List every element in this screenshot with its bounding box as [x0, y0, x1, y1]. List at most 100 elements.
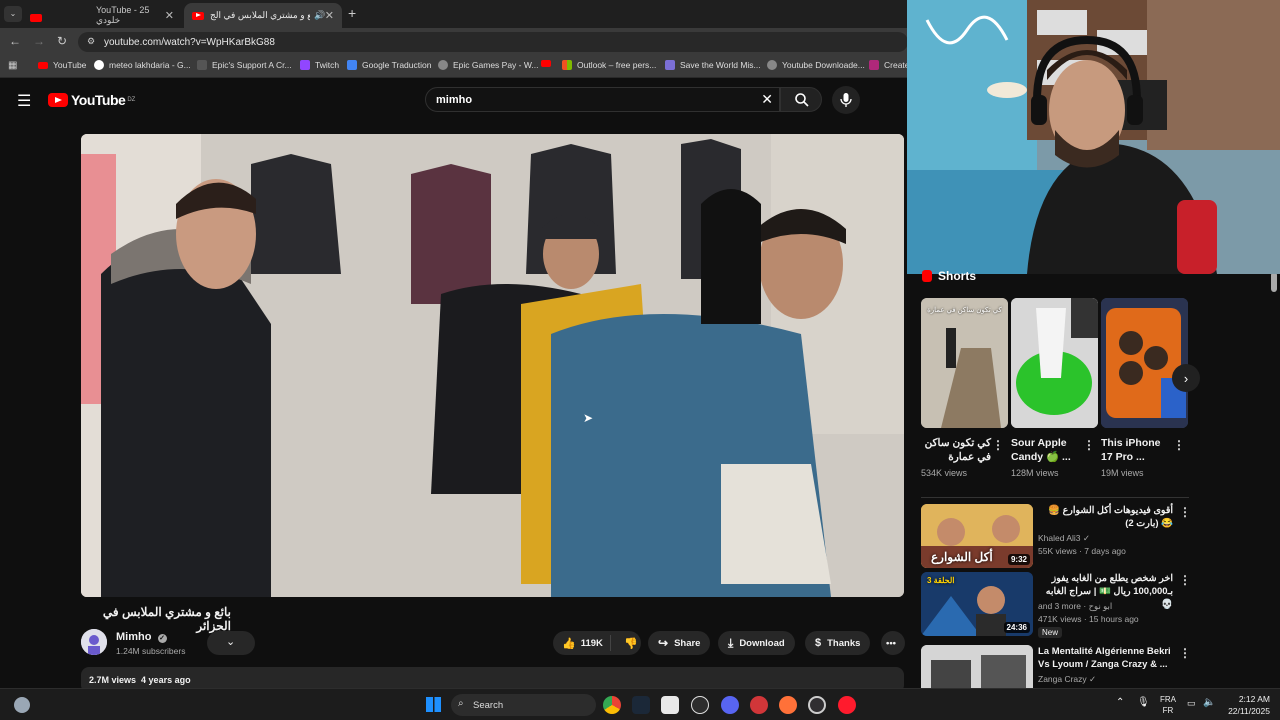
reload-icon[interactable]: ↻: [57, 34, 67, 48]
language-indicator[interactable]: FRA FR: [1158, 694, 1178, 716]
youtube-icon: [38, 61, 48, 69]
opera-icon[interactable]: [838, 696, 856, 714]
firefox-icon[interactable]: [779, 696, 797, 714]
network-icon[interactable]: ▭: [1187, 698, 1196, 709]
scrollbar[interactable]: [1271, 272, 1277, 292]
obs-icon[interactable]: [808, 696, 826, 714]
short-more-icon[interactable]: ⋮: [1173, 438, 1185, 452]
bookmark-save-the-world[interactable]: Save the World Mis...: [665, 60, 761, 70]
shorts-next-button[interactable]: ›: [1172, 364, 1200, 392]
short-thumbnail: [1101, 298, 1188, 428]
close-icon[interactable]: ✕: [325, 9, 334, 22]
short-more-icon[interactable]: ⋮: [992, 438, 1004, 452]
tab-list-chevron-icon[interactable]: ⌄: [4, 6, 22, 22]
search-input[interactable]: mimho ✕: [425, 87, 780, 112]
search-button[interactable]: [780, 87, 822, 112]
subscription-dropdown-button[interactable]: ⌄: [207, 631, 255, 655]
microphone-icon[interactable]: 🎙: [1137, 697, 1150, 708]
thumbs-up-icon: 👍: [562, 637, 576, 650]
site-info-icon[interactable]: ⚙: [87, 36, 95, 47]
forward-icon[interactable]: →: [33, 34, 45, 48]
related-channel[interactable]: Zanga Crazy ✓: [1038, 674, 1096, 685]
keyboard-layout: FR: [1162, 706, 1174, 715]
riot-icon[interactable]: [750, 696, 768, 714]
related-thumbnail[interactable]: أكل الشوارع 9:32: [921, 504, 1033, 568]
like-button[interactable]: 👍 119K: [553, 635, 611, 651]
short-title[interactable]: This iPhone 17 Pro ...: [1101, 436, 1171, 464]
volume-icon[interactable]: 🔈: [1203, 697, 1215, 708]
back-icon[interactable]: ←: [9, 34, 21, 48]
related-more-icon[interactable]: ⋮: [1179, 646, 1191, 660]
related-channel[interactable]: and 3 more · ابو نوح: [1038, 601, 1112, 612]
bookmark-twitch[interactable]: Twitch: [300, 60, 339, 70]
bookmark-meteo[interactable]: meteo lakhdaria - G...: [94, 60, 191, 70]
more-actions-button[interactable]: •••: [881, 631, 905, 655]
related-thumbnail-caption: أكل الشوارع: [931, 550, 993, 564]
system-clock[interactable]: 2:12 AM 22/11/2025: [1222, 693, 1270, 717]
short-card-3[interactable]: [1101, 298, 1188, 428]
widgets-icon[interactable]: [14, 697, 30, 713]
chatgpt-icon[interactable]: [691, 696, 709, 714]
share-button[interactable]: ↪ Share: [648, 631, 711, 655]
related-title[interactable]: أقوى فيديوهات أكل الشوارع 🍔😂 (بارت 2): [1038, 504, 1173, 530]
new-tab-button[interactable]: +: [348, 5, 356, 21]
tray-chevron-up-icon[interactable]: ⌃: [1116, 697, 1124, 708]
microphone-icon: [840, 93, 852, 107]
apps-grid-icon[interactable]: ▦: [8, 60, 17, 71]
youtube-logo[interactable]: YouTube DZ: [48, 92, 135, 108]
capcut-icon[interactable]: [661, 696, 679, 714]
bookmark-youtube[interactable]: YouTube: [38, 60, 86, 70]
windows-taskbar: ⌕ Search ⌃ 🎙 FRA FR ▭ 🔈 2:12 AM 22/11/20…: [0, 688, 1280, 720]
related-thumbnail[interactable]: [921, 645, 1033, 688]
url-input[interactable]: ⚙ youtube.com/watch?v=WpHKarBkG88: [78, 32, 908, 52]
related-more-icon[interactable]: ⋮: [1179, 505, 1191, 519]
bookmark-create[interactable]: Create: [869, 60, 910, 70]
download-button[interactable]: ⤓ Download: [718, 631, 795, 655]
bookmark-epic-support[interactable]: Epic's Support A Cr...: [197, 60, 292, 70]
verified-icon: ✓: [1089, 674, 1097, 684]
menu-icon[interactable]: ☰: [17, 91, 31, 111]
short-title[interactable]: كي تكون ساكن في عمارة: [921, 436, 991, 464]
related-title[interactable]: La Mentalité Algérienne Bekri Vs Lyoum /…: [1038, 645, 1173, 671]
share-label: Share: [674, 637, 701, 649]
short-title[interactable]: Sour Apple Candy 🍏 ...: [1011, 436, 1081, 464]
related-channel[interactable]: Khaled Ali3 ✓: [1038, 533, 1090, 544]
pinned-tab-youtube[interactable]: [30, 9, 42, 27]
short-card-2[interactable]: [1011, 298, 1098, 428]
chevron-down-icon: ⌄: [226, 636, 236, 648]
related-more-icon[interactable]: ⋮: [1179, 573, 1191, 587]
youtube-icon: [541, 60, 551, 67]
tab-youtube[interactable]: YouTube - 25 خلودي ✕: [70, 3, 182, 28]
download-icon: ⤓: [728, 635, 734, 650]
epic-icon: [197, 60, 207, 70]
related-thumbnail[interactable]: الحلقة 3 24:36: [921, 572, 1033, 636]
bookmark-outlook-pinned[interactable]: [541, 60, 556, 67]
channel-avatar[interactable]: [81, 629, 107, 655]
related-thumbnail-image: [921, 645, 1033, 688]
clock-time: 2:12 AM: [1238, 694, 1270, 704]
taskbar-search-box[interactable]: ⌕ Search: [451, 694, 596, 716]
video-title: بائع و مشتري الملابس في الجزائر: [102, 605, 231, 633]
discord-icon[interactable]: [721, 696, 739, 714]
youtube-logo-icon: [48, 93, 68, 107]
tab-current-video[interactable]: بائع و مشتري الملابس في الج 🔊 ✕: [184, 3, 342, 28]
clear-search-icon[interactable]: ✕: [761, 91, 773, 108]
bookmark-epic-pay[interactable]: Epic Games Pay - W...: [438, 60, 539, 70]
video-player[interactable]: ➤: [81, 134, 904, 597]
dislike-button[interactable]: 👎: [617, 637, 638, 650]
thanks-button[interactable]: $ Thanks: [805, 631, 871, 655]
search-icon: ⌕: [458, 698, 464, 709]
chrome-icon[interactable]: [603, 696, 621, 714]
bookmark-google-translate[interactable]: Google Traduction: [347, 60, 431, 70]
bookmark-outlook[interactable]: Outlook – free pers...: [562, 60, 656, 70]
channel-name-text: Mimho: [116, 631, 152, 643]
short-more-icon[interactable]: ⋮: [1083, 438, 1095, 452]
start-icon[interactable]: [426, 697, 441, 712]
channel-name[interactable]: Mimho ✓: [116, 631, 167, 643]
steam-icon[interactable]: [632, 696, 650, 714]
webcam-image: [907, 0, 1280, 274]
short-card-1[interactable]: كي تكون ساكن في عمارة: [921, 298, 1008, 428]
voice-search-button[interactable]: [832, 86, 860, 114]
bookmark-youtube-downloader[interactable]: Youtube Downloade...: [767, 60, 865, 70]
close-icon[interactable]: ✕: [165, 9, 174, 22]
